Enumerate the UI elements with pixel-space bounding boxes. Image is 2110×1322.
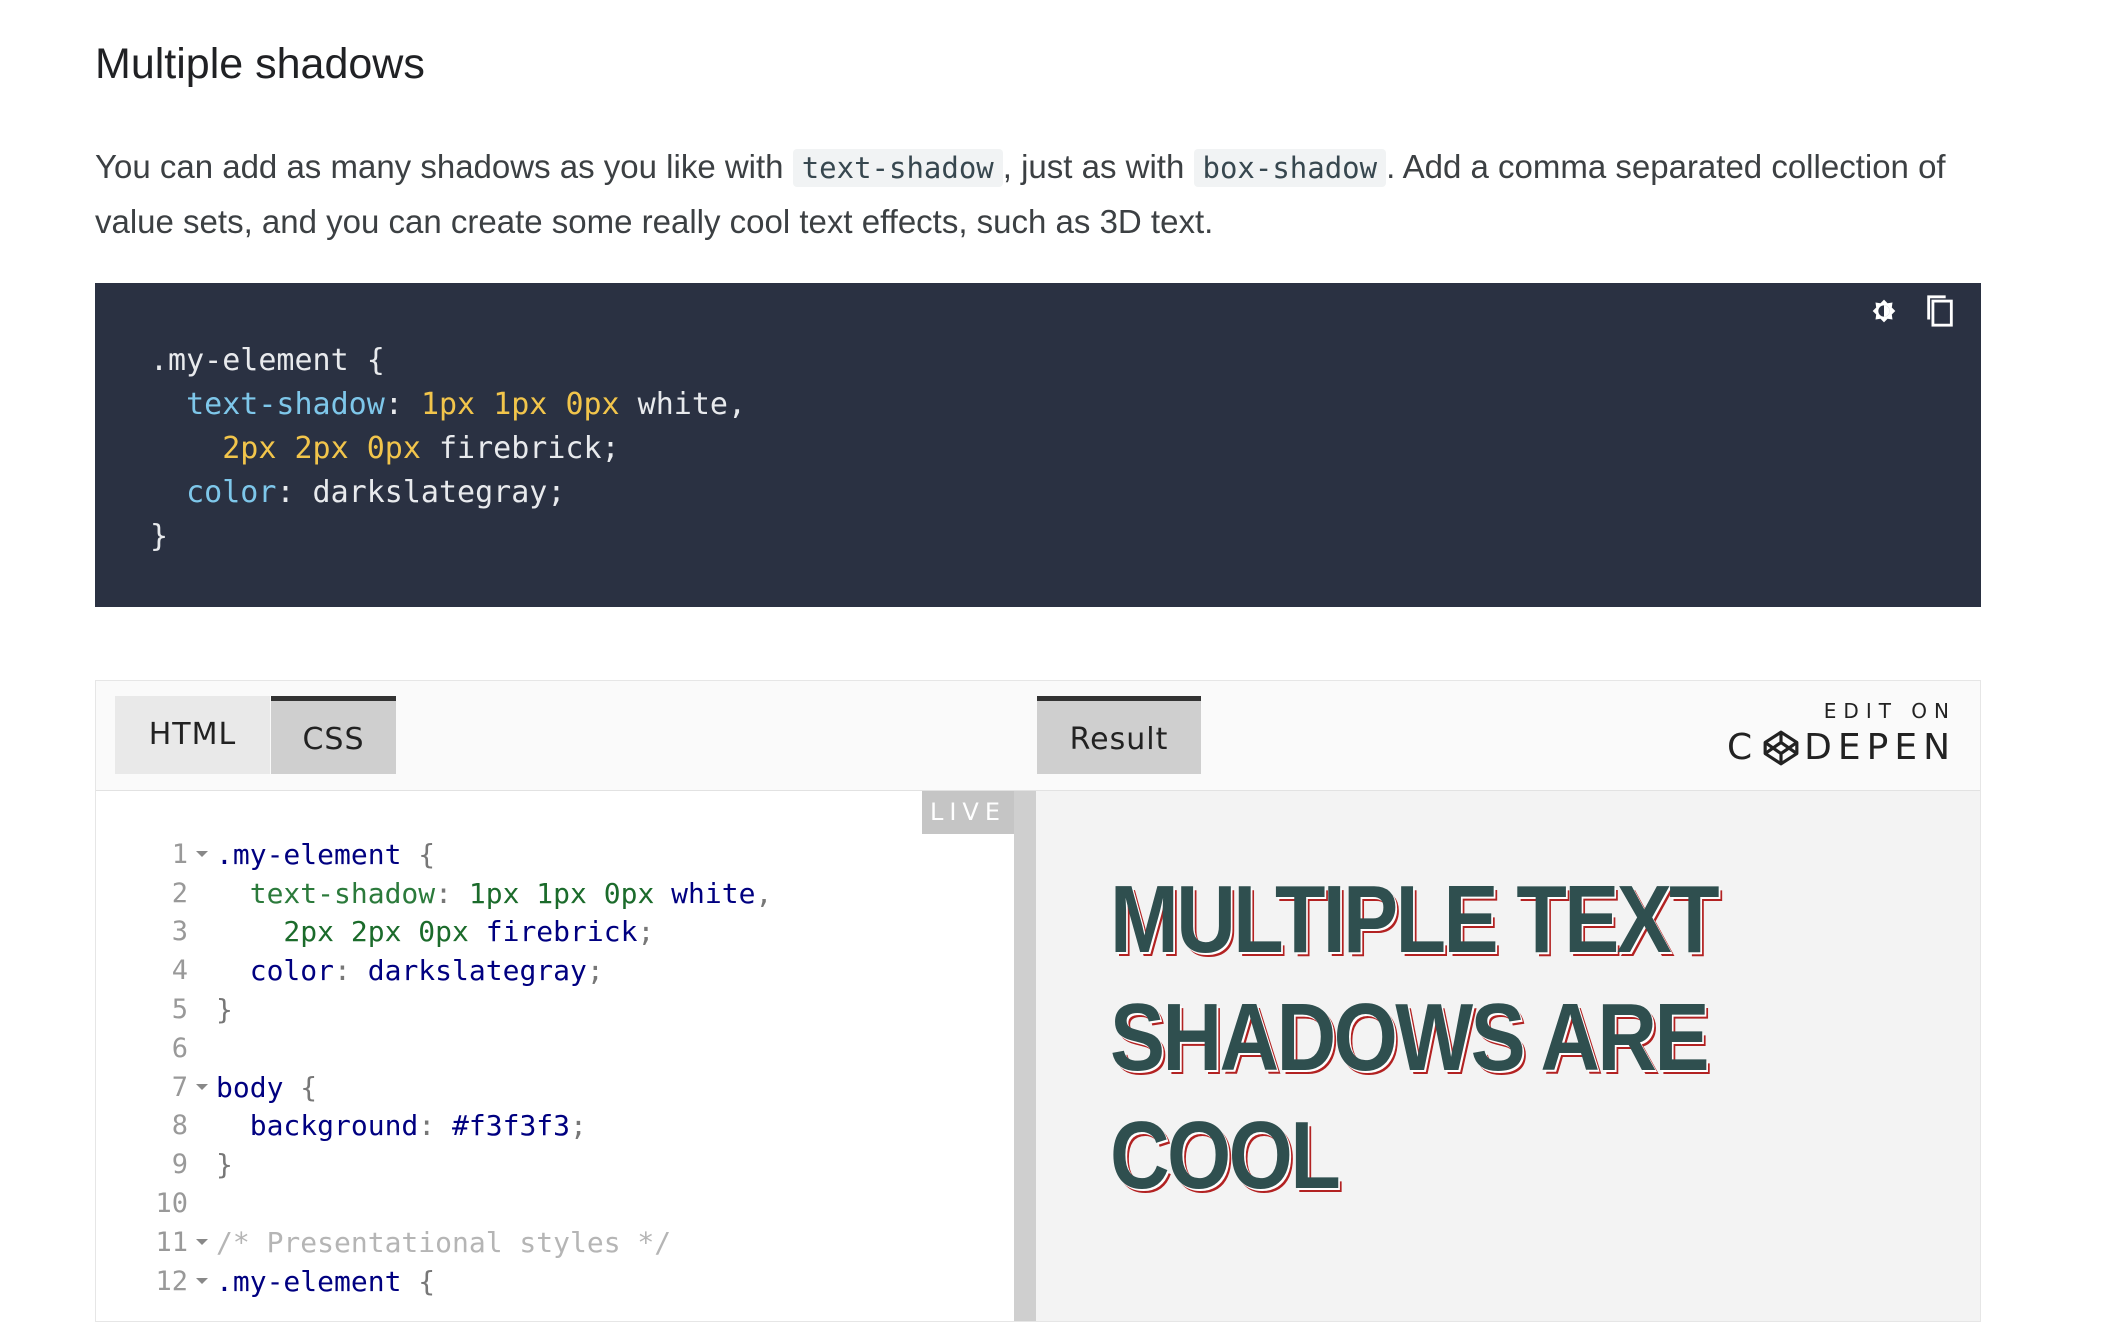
code-brace: {	[401, 1264, 436, 1298]
brand-suffix: DEPEN	[1804, 727, 1956, 768]
editor-lines: 1 .my-element { 2 text-shadow: 1px 1px 0p…	[96, 835, 772, 1301]
code-value: firebrick;	[420, 431, 620, 466]
codepen-embed: HTML CSS Result EDIT ON C DEPEN LIVE 1 .m…	[95, 680, 1981, 1322]
fold-arrow-icon[interactable]	[188, 1237, 216, 1247]
fold-arrow-icon[interactable]	[188, 1082, 216, 1092]
fold-arrow-icon[interactable]	[188, 1276, 216, 1286]
code-value: white,	[619, 387, 747, 422]
code-keyword: white	[654, 876, 756, 910]
fold-arrow-icon[interactable]	[188, 849, 216, 859]
editor-line: 3 2px 2px 0px firebrick;	[96, 913, 772, 952]
code-selector: .my-element	[216, 1264, 402, 1298]
code-comment: /* Presentational styles */	[216, 1225, 672, 1259]
code-line: .my-element {	[150, 343, 385, 378]
editor-line: 4 color: darkslategray;	[96, 951, 772, 990]
code-value: 2px 2px 0px	[216, 915, 469, 949]
tab-css[interactable]: CSS	[271, 696, 396, 774]
intro-paragraph: You can add as many shadows as you like …	[95, 140, 1975, 248]
code-value: 1px 1px 0px	[468, 876, 655, 910]
tab-result[interactable]: Result	[1037, 696, 1201, 774]
code-block: .my-element { text-shadow: 1px 1px 0px w…	[95, 283, 1981, 607]
code-number: 0px	[366, 431, 421, 466]
code-colon: :	[435, 876, 469, 910]
line-number: 7	[171, 1071, 188, 1103]
tab-html[interactable]: HTML	[115, 696, 270, 774]
line-number: 11	[155, 1226, 188, 1258]
code-value: : darkslategray;	[276, 475, 566, 510]
code-number: 0px	[565, 387, 620, 422]
code-selector: .my-element	[216, 837, 402, 871]
editor-line: 1 .my-element {	[96, 835, 772, 874]
code-number: 2px	[294, 431, 349, 466]
para-text-1: You can add as many shadows as you like …	[95, 148, 793, 185]
code-colon: :	[418, 1109, 453, 1143]
code-punct: ;	[586, 954, 604, 988]
code-keyword: darkslategray	[367, 954, 587, 988]
code-selector: body	[216, 1070, 284, 1104]
editor-line: 7 body {	[96, 1068, 772, 1107]
line-number: 5	[171, 994, 188, 1026]
code-line: }	[150, 519, 169, 554]
codepen-logo: C DEPEN	[1727, 727, 1956, 768]
inline-code-box-shadow: box-shadow	[1193, 149, 1387, 187]
code-colon: :	[384, 387, 421, 422]
editor-line: 2 text-shadow: 1px 1px 0px white,	[96, 874, 773, 913]
code-number: 2px	[222, 431, 277, 466]
code-brace: }	[216, 1148, 233, 1182]
code-property: text-shadow	[186, 387, 385, 422]
brand-prefix: C	[1727, 727, 1759, 768]
line-number: 2	[171, 877, 188, 909]
line-number: 1	[171, 838, 188, 870]
code-block-toolbar	[1865, 291, 1959, 331]
line-number: 12	[155, 1265, 188, 1297]
code-number: 1px	[420, 387, 476, 422]
code-property: background	[216, 1109, 419, 1143]
code-punct: ,	[755, 876, 773, 910]
code-brace: }	[216, 993, 233, 1027]
code-property: color	[216, 954, 335, 988]
para-text-2: , just as with	[1002, 148, 1194, 185]
theme-toggle-icon[interactable]	[1865, 291, 1903, 331]
copy-icon[interactable]	[1921, 291, 1959, 331]
result-pane: Multiple text shadows are cool	[1036, 791, 1980, 1321]
code-property: text-shadow	[216, 876, 436, 910]
line-number: 9	[171, 1149, 188, 1181]
code-keyword: firebrick	[468, 915, 638, 949]
editor-line: 12 .my-element {	[96, 1262, 772, 1301]
code-punct: ;	[637, 915, 655, 949]
code-colon: :	[334, 954, 368, 988]
edit-on-label: EDIT ON	[1823, 699, 1956, 723]
codepen-header: HTML CSS Result EDIT ON C DEPEN	[96, 681, 1980, 791]
pane-resize-handle[interactable]	[1014, 791, 1036, 1321]
code-property: color	[186, 475, 277, 510]
editor-line: 9}	[96, 1145, 772, 1184]
code-brace: {	[283, 1070, 318, 1104]
css-editor[interactable]: LIVE 1 .my-element { 2 text-shadow: 1px 1…	[96, 791, 1014, 1321]
line-number: 8	[171, 1110, 188, 1142]
editor-line: 8 background: #f3f3f3;	[96, 1107, 772, 1146]
live-badge: LIVE	[922, 791, 1014, 834]
code-block-content: .my-element { text-shadow: 1px 1px 0px w…	[150, 339, 746, 559]
code-value: #f3f3f3	[452, 1109, 571, 1143]
line-number: 4	[171, 955, 188, 987]
editor-line: 10	[96, 1184, 772, 1223]
code-punct: ;	[570, 1109, 587, 1143]
inline-code-text-shadow: text-shadow	[792, 149, 1003, 187]
code-number: 1px	[493, 387, 548, 422]
code-brace: {	[401, 837, 436, 871]
codepen-cube-icon	[1763, 730, 1799, 765]
line-number: 3	[171, 916, 188, 948]
editor-line: 6	[96, 1029, 772, 1068]
result-shadow-text: Multiple text shadows are cool	[1110, 866, 1720, 1209]
line-number: 6	[171, 1032, 188, 1064]
editor-line: 5}	[96, 990, 772, 1029]
line-number: 10	[155, 1188, 188, 1220]
edit-on-codepen-link[interactable]: EDIT ON C DEPEN	[1727, 699, 1956, 768]
editor-line: 11 /* Presentational styles */	[96, 1223, 772, 1262]
section-heading: Multiple shadows	[95, 40, 425, 88]
